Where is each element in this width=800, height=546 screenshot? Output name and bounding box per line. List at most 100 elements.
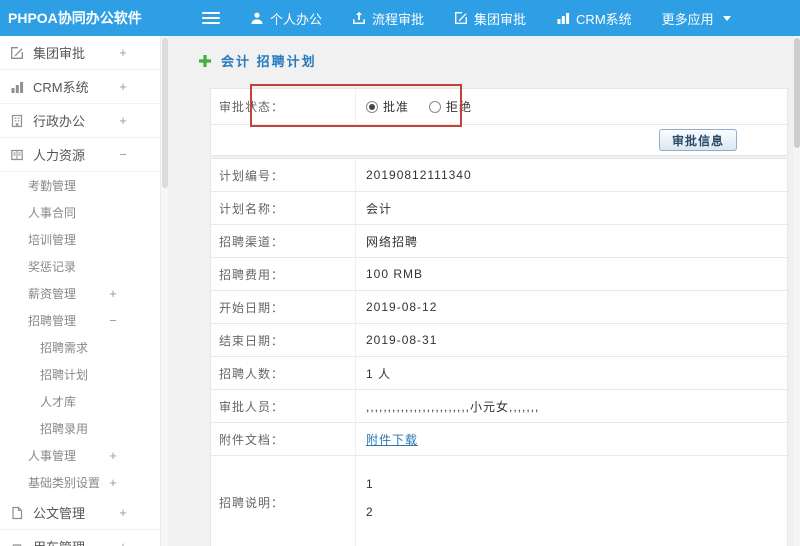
status-options: 批准 拒绝	[356, 89, 787, 124]
attachment-download-link[interactable]: 附件下载	[366, 431, 418, 448]
field-label: 审批状态：	[211, 89, 356, 124]
field-label: 计划编号：	[211, 159, 356, 191]
table-row-recruit-cost: 招聘费用： 100 RMB	[211, 258, 787, 291]
radio-icon[interactable]	[366, 100, 378, 113]
sidebar-item-vehicle-mgmt[interactable]: 用车管理 +	[0, 530, 160, 546]
edit-icon	[10, 46, 26, 60]
field-label: 招聘费用：	[211, 258, 356, 290]
table-row-headcount: 招聘人数： 1 人	[211, 357, 787, 390]
nav-group-approval[interactable]: 集团审批	[454, 9, 526, 28]
expand-toggle[interactable]: +	[116, 45, 130, 60]
sidebar-scrollbar[interactable]	[160, 36, 168, 546]
sidebar-item-recruit-demand[interactable]: 招聘需求	[0, 334, 160, 361]
field-label: 结束日期：	[211, 324, 356, 356]
expand-toggle[interactable]: +	[106, 286, 120, 301]
sidebar-item-talent-pool[interactable]: 人才库	[0, 388, 160, 415]
expand-toggle[interactable]: −	[116, 147, 130, 162]
sidebar-item-base-category[interactable]: 基础类别设置 +	[0, 469, 160, 496]
field-value: 会计	[366, 201, 393, 216]
expand-toggle[interactable]: +	[116, 79, 130, 94]
field-value: 2019-08-31	[366, 333, 438, 347]
field-label: 开始日期：	[211, 291, 356, 323]
expand-toggle[interactable]: +	[116, 505, 130, 520]
phpoa-app: PHPOA协同办公软件 个人办公 流程审批 集团审批 CRM系统 更多应用 集团…	[0, 0, 800, 546]
field-label: 招聘人数：	[211, 357, 356, 389]
sidebar-item-personnel-mgmt[interactable]: 人事管理 +	[0, 442, 160, 469]
nav-label: 个人办公	[270, 11, 323, 27]
top-nav: 个人办公 流程审批 集团审批 CRM系统 更多应用	[220, 9, 731, 28]
menu-icon[interactable]	[202, 12, 220, 24]
sidebar-item-training[interactable]: 培训管理	[0, 226, 160, 253]
sidebar-item-recruit-mgmt[interactable]: 招聘管理 −	[0, 307, 160, 334]
table-row-start-date: 开始日期： 2019-08-12	[211, 291, 787, 324]
chart-icon	[557, 13, 570, 24]
field-value: 1 2	[366, 477, 374, 519]
radio-label: 批准	[383, 100, 410, 114]
table-row-recruit-channel: 招聘渠道： 网络招聘	[211, 225, 787, 258]
table-row-recruit-note: 招聘说明： 1 2	[211, 456, 787, 546]
expand-toggle[interactable]: +	[106, 448, 120, 463]
page-title: 会计 招聘计划	[221, 54, 317, 69]
sidebar-item-group-approval[interactable]: 集团审批 +	[0, 36, 160, 70]
table-row-plan-name: 计划名称： 会计	[211, 192, 787, 225]
table-row-attachment: 附件文档： 附件下载	[211, 423, 787, 456]
field-label: 附件文档：	[211, 423, 356, 455]
app-brand: PHPOA协同办公软件	[8, 10, 142, 26]
field-label: 审批人员：	[211, 390, 356, 422]
nav-label: 集团审批	[474, 11, 527, 27]
sidebar-item-recruit-plan[interactable]: 招聘计划	[0, 361, 160, 388]
sidebar-item-document-mgmt[interactable]: 公文管理 +	[0, 496, 160, 530]
nav-process-approval[interactable]: 流程审批	[352, 9, 424, 28]
topbar: PHPOA协同办公软件 个人办公 流程审批 集团审批 CRM系统 更多应用	[0, 0, 800, 36]
chart-icon	[10, 80, 26, 94]
expand-toggle[interactable]: +	[116, 113, 130, 128]
doc-icon	[10, 506, 26, 520]
radio-icon[interactable]	[429, 100, 442, 113]
sidebar-item-salary-mgmt[interactable]: 薪资管理 +	[0, 280, 160, 307]
car-icon	[10, 540, 26, 546]
sidebar-item-hr[interactable]: 人力资源 −	[0, 138, 160, 172]
field-value: 1 人	[366, 366, 392, 381]
field-label: 招聘说明：	[211, 456, 356, 546]
nav-crm[interactable]: CRM系统	[556, 9, 632, 28]
expand-toggle[interactable]: +	[116, 539, 130, 546]
expand-toggle[interactable]: −	[106, 313, 120, 328]
approval-panel: 审批状态： 批准 拒绝 审批信息	[210, 88, 788, 156]
scrollbar-thumb[interactable]	[162, 38, 168, 188]
radio-reject[interactable]: 拒绝	[429, 98, 472, 115]
radio-label: 拒绝	[446, 100, 473, 114]
field-value: 网络招聘	[366, 234, 419, 249]
radio-approve[interactable]: 批准	[366, 98, 409, 115]
table-row-plan-number: 计划编号： 20190812111340	[211, 159, 787, 192]
sidebar-item-hr-contract[interactable]: 人事合同	[0, 199, 160, 226]
sidebar-item-crm[interactable]: CRM系统 +	[0, 70, 160, 104]
field-value: 20190812111340	[366, 168, 472, 182]
add-icon	[198, 54, 212, 68]
field-value: ,,,,,,,,,,,,,,,,,,,,,,,,小元女,,,,,,,	[366, 399, 540, 414]
book-icon	[10, 148, 26, 162]
button-row: 审批信息	[211, 125, 787, 155]
nav-label: 流程审批	[372, 11, 425, 27]
expand-toggle[interactable]: +	[106, 475, 120, 490]
field-value: 附件下载	[356, 423, 787, 455]
approve-info-button[interactable]: 审批信息	[658, 129, 737, 151]
page-scrollbar[interactable]	[792, 36, 800, 546]
status-row: 审批状态： 批准 拒绝	[211, 89, 787, 125]
scrollbar-thumb[interactable]	[794, 38, 800, 148]
nav-label: CRM系统	[576, 11, 632, 27]
nav-personal-office[interactable]: 个人办公	[250, 9, 322, 28]
nav-more-apps[interactable]: 更多应用	[662, 9, 731, 28]
table-row-end-date: 结束日期： 2019-08-31	[211, 324, 787, 357]
building-icon	[10, 114, 26, 128]
sidebar-item-attendance[interactable]: 考勤管理	[0, 172, 160, 199]
sidebar-item-admin-office[interactable]: 行政办公 +	[0, 104, 160, 138]
sidebar-item-reward-record[interactable]: 奖惩记录	[0, 253, 160, 280]
sidebar: 集团审批 + CRM系统 + 行政办公 + 人力资源 − 考勤管理 人事合同 培…	[0, 36, 160, 546]
field-value: 100 RMB	[366, 267, 424, 281]
edit-icon	[455, 12, 468, 24]
sidebar-item-recruit-hire[interactable]: 招聘录用	[0, 415, 160, 442]
plan-detail-table: 计划编号： 20190812111340 计划名称： 会计 招聘渠道： 网络招聘…	[210, 158, 788, 546]
user-icon	[251, 12, 263, 24]
page-title-row: 会计 招聘计划	[198, 51, 317, 70]
flow-icon	[353, 11, 365, 24]
